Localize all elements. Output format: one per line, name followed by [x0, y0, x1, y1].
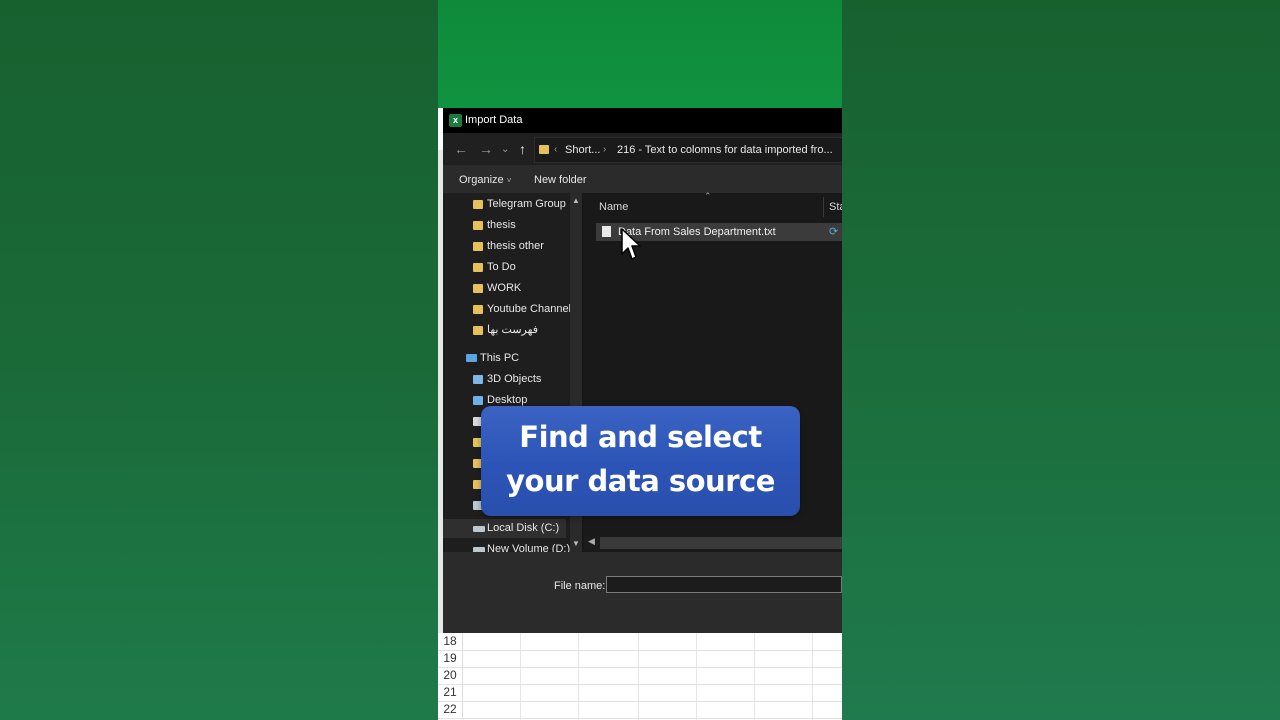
folder-icon — [473, 263, 483, 272]
column-name[interactable]: Name — [599, 201, 628, 213]
nav-item-3d-objects[interactable]: 3D Objects — [473, 370, 570, 389]
folder-icon — [473, 284, 483, 293]
nav-item-label: Youtube Channel — [487, 303, 570, 315]
title-bar: x Import Data — [443, 108, 842, 133]
nav-item-label: WORK — [487, 282, 522, 294]
folder-icon — [473, 200, 483, 209]
nav-item-thesis[interactable]: thesis — [473, 216, 570, 235]
dialog-title: Import Data — [465, 114, 523, 126]
nav-item-label: New Volume (D:) — [487, 543, 571, 552]
back-arrow-icon[interactable]: ← — [454, 142, 468, 156]
sheet-row: 20 — [438, 667, 842, 685]
new-folder-button[interactable]: New folder — [534, 174, 587, 186]
scroll-up-icon[interactable]: ▲ — [572, 196, 580, 205]
organize-label: Organize — [459, 174, 504, 186]
nav-item-label: To Do — [487, 261, 516, 273]
sheet-row: 18 — [438, 633, 842, 651]
row-number: 18 — [438, 633, 463, 650]
organize-button[interactable]: Organize ˅ — [459, 174, 511, 186]
nav-item-label: Telegram Group — [487, 198, 566, 210]
text-file-icon — [602, 226, 611, 237]
nav-item-work[interactable]: WORK — [473, 279, 570, 298]
path-separator-icon: ‹ — [554, 144, 558, 155]
excel-icon: x — [449, 114, 462, 127]
nav-item-label: thesis other — [487, 240, 544, 252]
nav-item-new-volume-d[interactable]: New Volume (D:) — [473, 540, 570, 552]
breadcrumb-current-folder[interactable]: 216 - Text to colomns for data imported … — [617, 144, 833, 156]
file-name-input[interactable] — [606, 576, 842, 593]
nav-item-thesis-other[interactable]: thesis other — [473, 237, 570, 256]
nav-item-price-list[interactable]: فهرست بها — [473, 321, 570, 340]
nav-item-label: Local Disk (C:) — [487, 522, 560, 534]
folder-icon — [473, 242, 483, 251]
right-background — [842, 0, 1280, 720]
file-name-label: File name: — [554, 580, 606, 592]
address-bar: ← → ⌄ ↑ ‹ Short... › 216 - Text to colom… — [443, 133, 842, 165]
nav-item-label: فهرست بها — [487, 324, 538, 336]
breadcrumb-shortcuts[interactable]: Short... — [565, 144, 600, 156]
folder-icon — [473, 221, 483, 230]
path-separator-icon: › — [603, 144, 607, 155]
caption-line-1: Find and select — [519, 420, 762, 454]
row-number: 21 — [438, 684, 463, 701]
sort-ascending-icon: ⌃ — [704, 191, 712, 201]
nav-item-local-disk-c[interactable]: Local Disk (C:) — [443, 519, 566, 538]
scroll-down-icon[interactable]: ▼ — [572, 539, 580, 548]
nav-item-telegram-group[interactable]: Telegram Group — [473, 195, 570, 214]
horizontal-scrollbar[interactable]: ◀ — [584, 536, 842, 550]
folder-icon — [473, 375, 483, 384]
drive-icon — [473, 526, 485, 532]
sheet-row: 19 — [438, 650, 842, 668]
green-header — [438, 0, 842, 108]
row-number: 20 — [438, 667, 463, 684]
address-path[interactable]: ‹ Short... › 216 - Text to colomns for d… — [534, 137, 842, 163]
up-arrow-icon[interactable]: ↑ — [519, 142, 526, 156]
recent-locations-chevron-icon[interactable]: ⌄ — [501, 143, 509, 157]
row-number: 19 — [438, 650, 463, 667]
forward-arrow-icon[interactable]: → — [479, 142, 493, 156]
column-separator[interactable] — [823, 197, 824, 217]
scroll-left-icon[interactable]: ◀ — [588, 536, 595, 547]
nav-item-label: 3D Objects — [487, 373, 542, 385]
dialog-toolbar: Organize ˅ New folder — [443, 165, 842, 193]
mouse-pointer-icon — [621, 228, 641, 260]
nav-item-to-do[interactable]: To Do — [473, 258, 570, 277]
folder-icon — [473, 305, 483, 314]
folder-icon — [473, 396, 483, 405]
nav-item-this-pc[interactable]: This PC — [466, 349, 570, 368]
row-number: 22 — [438, 701, 463, 718]
nav-item-label: thesis — [487, 219, 516, 231]
sync-status-icon: ⟳ — [829, 226, 839, 238]
caption-banner: Find and select your data source — [481, 406, 800, 516]
left-background — [0, 0, 438, 720]
organize-caret-icon: ˅ — [506, 176, 512, 185]
dialog-footer: File name: — [443, 552, 842, 633]
computer-icon — [466, 354, 477, 362]
sheet-row: 21 — [438, 684, 842, 702]
scrollbar-thumb[interactable] — [600, 537, 842, 549]
nav-item-label: This PC — [480, 352, 520, 364]
column-status[interactable]: Sta — [829, 201, 842, 213]
caption-line-2: your data source — [506, 464, 775, 498]
nav-item-youtube-channel[interactable]: Youtube Channel — [473, 300, 570, 319]
folder-icon — [473, 326, 483, 335]
spreadsheet-grid: 18 19 20 21 22 — [438, 633, 842, 720]
folder-icon — [539, 145, 549, 154]
import-data-dialog: x Import Data ← → ⌄ ↑ ‹ Short... › 216 -… — [443, 108, 842, 633]
column-header: ⌃ Name Sta — [584, 191, 842, 219]
sheet-row: 22 — [438, 701, 842, 719]
